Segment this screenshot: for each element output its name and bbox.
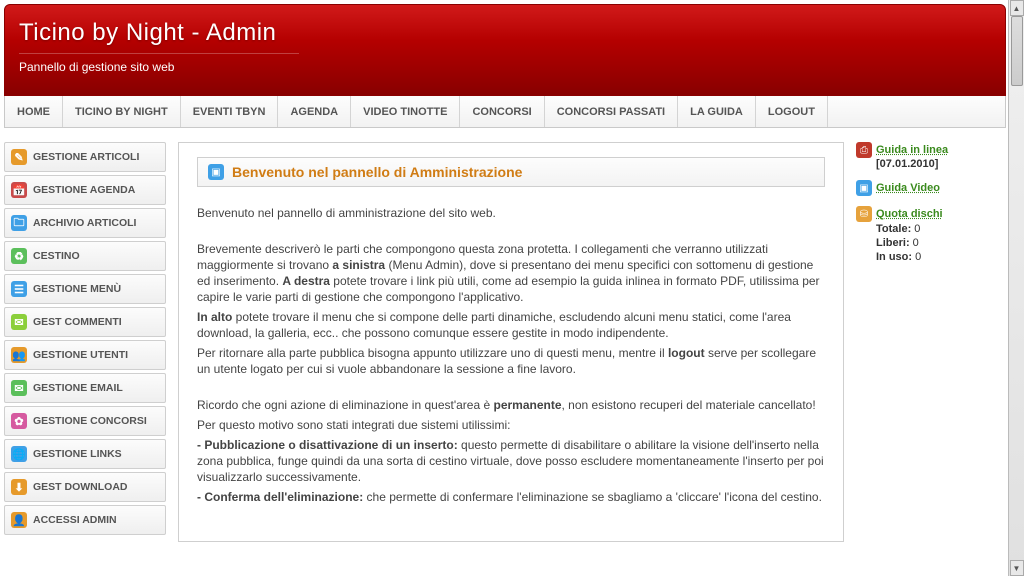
sidebar-icon: 📅 [11,182,27,198]
paragraph: In alto potete trovare il menu che si co… [197,309,825,341]
sidebar-icon: 🗀 [11,215,27,231]
welcome-title: Benvenuto nel pannello di Amministrazion… [232,164,522,180]
guida-date: [07.01.2010] [876,158,938,170]
content-body: Benvenuto nel pannello di amministrazion… [197,205,825,505]
sidebar-item-label: GESTIONE UTENTI [33,349,128,361]
scroll-up-arrow[interactable]: ▲ [1010,0,1024,16]
sidebar-item-gestione-concorsi[interactable]: ✿ GESTIONE CONCORSI [4,406,166,436]
paragraph: Ricordo che ogni azione di eliminazione … [197,397,825,413]
quota-stats: Totale: 0 Liberi: 0 In uso: 0 [876,222,1006,264]
nav-logout[interactable]: LOGOUT [756,96,828,127]
sidebar-icon: ✿ [11,413,27,429]
nav-eventi-tbyn[interactable]: EVENTI TBYN [181,96,279,127]
sidebar: ✎ GESTIONE ARTICOLI 📅 GESTIONE AGENDA 🗀 ARCHI… [4,142,166,542]
sidebar-icon: 👤 [11,512,27,528]
sidebar-icon: ✎ [11,149,27,165]
sidebar-item-label: GEST DOWNLOAD [33,481,128,493]
sidebar-item-label: GESTIONE MENÙ [33,283,121,295]
sidebar-icon: 🌐 [11,446,27,462]
sidebar-icon: ♻ [11,248,27,264]
sidebar-icon: ⬇ [11,479,27,495]
sidebar-item-label: ARCHIVIO ARTICOLI [33,217,136,229]
sidebar-item-label: ACCESSI ADMIN [33,514,117,526]
paragraph: Per ritornare alla parte pubblica bisogn… [197,345,825,377]
pdf-icon: ⎙ [856,142,872,158]
sidebar-item-cestino[interactable]: ♻ CESTINO [4,241,166,271]
paragraph: Per questo motivo sono stati integrati d… [197,417,825,433]
app-header: Ticino by Night - Admin Pannello di gest… [4,4,1006,96]
sidebar-item-gest-commenti[interactable]: ✉ GEST COMMENTI [4,307,166,337]
scroll-down-arrow[interactable]: ▼ [1010,560,1024,576]
sidebar-item-gestione-men-[interactable]: ☰ GESTIONE MENÙ [4,274,166,304]
sidebar-icon: ☰ [11,281,27,297]
sidebar-icon: ✉ [11,314,27,330]
paragraph: Benvenuto nel pannello di amministrazion… [197,205,825,221]
top-nav: HOMETICINO BY NIGHTEVENTI TBYNAGENDAVIDE… [4,96,1006,128]
nav-video-tinotte[interactable]: VIDEO TINOTTE [351,96,460,127]
disk-icon: ⛁ [856,206,872,222]
paragraph: - Pubblicazione o disattivazione di un i… [197,437,825,485]
sidebar-item-label: GESTIONE AGENDA [33,184,135,196]
sidebar-item-gest-download[interactable]: ⬇ GEST DOWNLOAD [4,472,166,502]
sidebar-item-accessi-admin[interactable]: 👤 ACCESSI ADMIN [4,505,166,535]
link-guida-video[interactable]: ▣Guida Video [856,180,1006,196]
nav-ticino-by-night[interactable]: TICINO BY NIGHT [63,96,181,127]
nav-concorsi[interactable]: CONCORSI [460,96,544,127]
sidebar-item-label: CESTINO [33,250,80,262]
nav-home[interactable]: HOME [5,96,63,127]
paragraph: Brevemente descriverò le parti che compo… [197,241,825,305]
app-subtitle: Pannello di gestione sito web [19,53,299,74]
nav-concorsi-passati[interactable]: CONCORSI PASSATI [545,96,678,127]
sidebar-item-gestione-email[interactable]: ✉ GESTIONE EMAIL [4,373,166,403]
sidebar-item-label: GESTIONE ARTICOLI [33,151,139,163]
sidebar-item-label: GESTIONE LINKS [33,448,122,460]
scroll-thumb[interactable] [1011,16,1023,86]
sidebar-item-gestione-utenti[interactable]: 👥 GESTIONE UTENTI [4,340,166,370]
right-panel: ⎙Guida in linea [07.01.2010] ▣Guida Vide… [856,142,1006,542]
sidebar-item-label: GESTIONE EMAIL [33,382,123,394]
sidebar-item-gestione-articoli[interactable]: ✎ GESTIONE ARTICOLI [4,142,166,172]
nav-la-guida[interactable]: LA GUIDA [678,96,756,127]
sidebar-item-label: GESTIONE CONCORSI [33,415,147,427]
welcome-bar: ▣ Benvenuto nel pannello di Amministrazi… [197,157,825,187]
nav-agenda[interactable]: AGENDA [278,96,351,127]
sidebar-item-gestione-agenda[interactable]: 📅 GESTIONE AGENDA [4,175,166,205]
app-title: Ticino by Night - Admin [19,19,1005,47]
home-icon: ▣ [208,164,224,180]
sidebar-icon: ✉ [11,380,27,396]
sidebar-item-gestione-links[interactable]: 🌐 GESTIONE LINKS [4,439,166,469]
vertical-scrollbar[interactable]: ▲ ▼ [1008,0,1024,576]
link-guida-inlinea[interactable]: ⎙Guida in linea [07.01.2010] [856,142,1006,170]
quota-dischi[interactable]: ⛁Quota dischi Totale: 0 Liberi: 0 In uso… [856,206,1006,264]
paragraph: - Conferma dell'eliminazione: che permet… [197,489,825,505]
sidebar-item-archivio-articoli[interactable]: 🗀 ARCHIVIO ARTICOLI [4,208,166,238]
main-panel: ▣ Benvenuto nel pannello di Amministrazi… [178,142,844,542]
sidebar-item-label: GEST COMMENTI [33,316,122,328]
video-icon: ▣ [856,180,872,196]
sidebar-icon: 👥 [11,347,27,363]
